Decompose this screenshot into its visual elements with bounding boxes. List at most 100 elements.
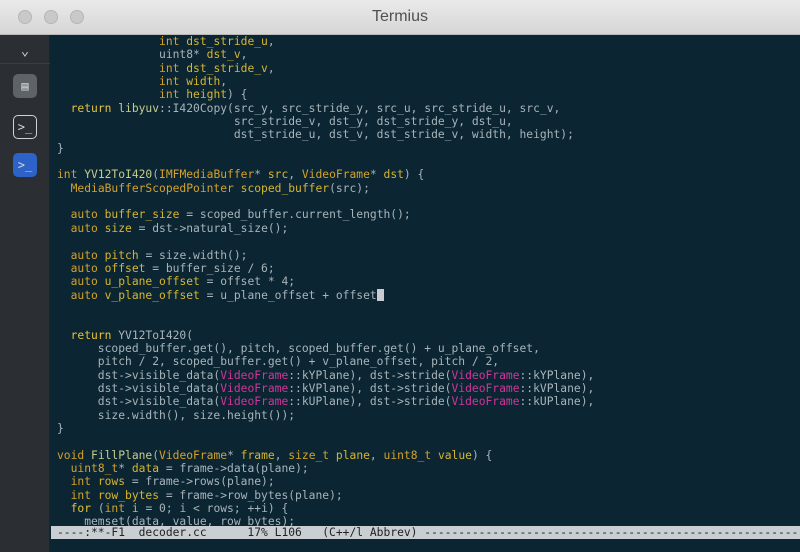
code-line: auto size = dst->natural_size();: [57, 222, 594, 235]
code-token: int: [159, 88, 180, 102]
code-token: = size.width();: [138, 248, 248, 262]
code-token: = 0; i < rows; ++i) {: [138, 502, 289, 516]
code-token: void: [57, 448, 85, 462]
code-token: rows: [91, 475, 126, 489]
code-token: ::kYPlane), dst->stride(: [288, 368, 452, 382]
code-token: int: [70, 488, 92, 502]
code-token: VideoFrame: [451, 368, 520, 382]
code-line: dst_stride_u, dst_v, dst_stride_v, width…: [57, 128, 594, 141]
code-token: }: [57, 421, 64, 435]
code-buffer[interactable]: int dst_stride_u, uint8* dst_v, int dst_…: [57, 35, 594, 529]
code-token: ::kUPlane), dst->stride(: [288, 395, 452, 409]
code-token: = dst->natural_size();: [131, 221, 289, 235]
code-token: int: [159, 35, 180, 48]
code-token: ::kVPlane),: [519, 381, 595, 395]
code-token: int: [159, 75, 180, 89]
code-token: size: [97, 221, 132, 235]
code-token: scoped_buffer.get(), pitch, scoped_buffe…: [57, 341, 540, 355]
code-token: dst->visible_data(: [57, 395, 221, 409]
code-token: (: [91, 502, 105, 516]
code-token: buffer_size: [97, 208, 180, 222]
code-token: ,: [267, 61, 275, 75]
code-token: VideoFrame: [159, 448, 228, 462]
code-line: int dst_stride_v,: [57, 62, 594, 75]
code-token: YV12ToI420(: [111, 328, 194, 342]
code-token: offset: [97, 261, 146, 275]
code-token: int: [57, 168, 78, 182]
sidebar-divider: [0, 63, 50, 64]
code-token: value: [431, 448, 472, 462]
title-bar: Termius: [0, 0, 800, 35]
terminal-icon-active[interactable]: >_: [13, 153, 37, 177]
code-token: src: [267, 168, 289, 182]
code-token: auto: [70, 248, 98, 262]
hosts-icon[interactable]: ▤: [13, 74, 37, 98]
code-line: uint8_t* data = frame->data(plane);: [57, 462, 594, 475]
code-token: dst->visible_data(: [57, 381, 221, 395]
code-token: for: [70, 502, 92, 516]
code-line: src_stride_v, dst_y, dst_stride_y, dst_u…: [57, 115, 594, 128]
code-line: int width,: [57, 75, 594, 88]
code-token: auto: [70, 221, 98, 235]
terminal-icon[interactable]: >_: [13, 115, 37, 139]
code-token: height: [179, 88, 228, 102]
code-token: YV12ToI420: [77, 168, 153, 182]
code-token: row_bytes: [91, 488, 160, 502]
code-token: v_plane_offset: [97, 288, 200, 302]
code-token: = buffer_size / 6;: [145, 261, 275, 275]
code-token: ) {: [227, 88, 248, 102]
terminal-editor[interactable]: int dst_stride_u, uint8* dst_v, int dst_…: [51, 35, 800, 552]
code-token: int: [104, 502, 126, 516]
code-token: ::I420Copy(src_y, src_stride_y, src_u, s…: [159, 101, 561, 115]
code-token: ) {: [403, 168, 425, 182]
code-token: *: [254, 168, 268, 182]
termius-window: Termius ⌄ ▤ >_ >_ int dst_stride_u, uint…: [0, 0, 800, 552]
code-token: ::kUPlane),: [519, 395, 595, 409]
code-token: dst_stride_u: [179, 35, 268, 48]
code-token: src_stride_v, dst_y, dst_stride_y, dst_u…: [57, 115, 513, 129]
code-token: VideoFrame: [451, 395, 520, 409]
code-token: auto: [70, 208, 98, 222]
code-token: pitch: [97, 248, 139, 262]
sidebar: ⌄ ▤ >_ >_: [0, 35, 50, 552]
code-token: VideoFrame: [301, 168, 370, 182]
code-line: MediaBufferScopedPointer scoped_buffer(s…: [57, 182, 594, 195]
code-token: size_t: [288, 448, 330, 462]
code-line: int height) {: [57, 88, 594, 101]
code-token: *: [118, 462, 132, 475]
code-token: = frame->data(plane);: [159, 462, 309, 475]
code-token: scoped_buffer: [233, 181, 330, 195]
code-token: int: [159, 61, 180, 75]
echo-area[interactable]: [51, 539, 800, 552]
code-token: u_plane_offset: [97, 275, 200, 289]
code-line: auto offset = buffer_size / 6;: [57, 262, 594, 275]
code-token: *: [369, 168, 384, 182]
code-line: auto pitch = size.width();: [57, 249, 594, 262]
code-token: auto: [70, 288, 98, 302]
code-line: int row_bytes = frame->row_bytes(plane);: [57, 489, 594, 502]
code-token: int: [70, 475, 92, 489]
code-line: dst->visible_data(VideoFrame::kYPlane), …: [57, 368, 595, 382]
code-token: width: [179, 75, 221, 89]
chevron-down-icon[interactable]: ⌄: [13, 39, 37, 63]
code-token: ) {: [471, 448, 493, 462]
code-line: dst->visible_data( VideoFrame::kUPlane), …: [57, 395, 595, 409]
code-line: pitch / 2, scoped_buffer.get() + v_plane…: [57, 355, 594, 368]
code-token: dst_stride_v: [179, 61, 268, 75]
code-line: for (int i = 0; i < rows; ++i) {: [57, 502, 594, 515]
code-token: (src);: [329, 181, 370, 195]
